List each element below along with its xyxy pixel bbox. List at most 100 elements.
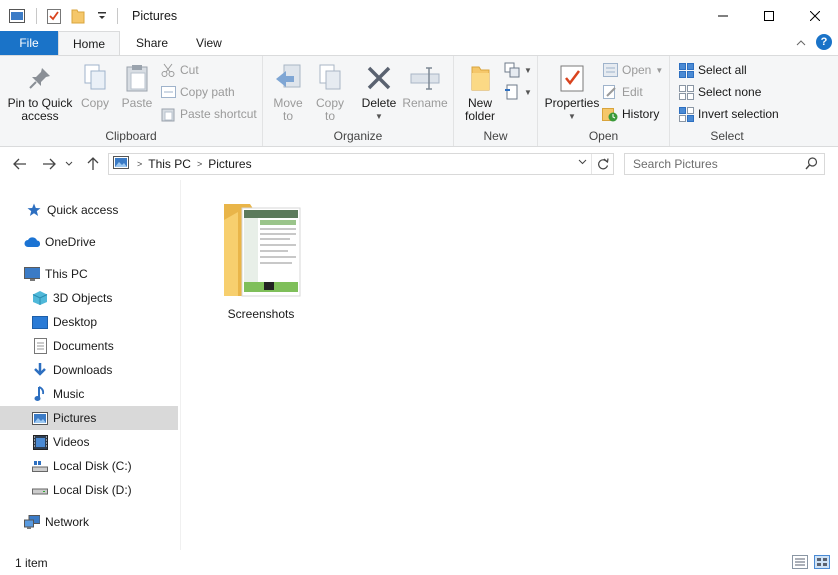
- new-item-icon: [504, 62, 520, 78]
- refresh-icon[interactable]: [591, 154, 613, 174]
- back-button[interactable]: [9, 153, 31, 175]
- nav-local-disk-d[interactable]: Local Disk (D:): [0, 478, 178, 502]
- folder-label: Screenshots: [227, 307, 295, 321]
- history-button[interactable]: History: [602, 104, 659, 124]
- copy-to-button[interactable]: Copy to: [313, 62, 347, 123]
- clipboard-label: Clipboard: [105, 129, 157, 143]
- organize-group: Move to Copy to Delete ▼ Rename Organize: [263, 56, 454, 146]
- tab-view[interactable]: View: [182, 31, 236, 55]
- nav-quick-access[interactable]: Quick access: [0, 198, 178, 222]
- close-button[interactable]: [792, 0, 838, 31]
- folder-item[interactable]: Screenshots: [218, 198, 304, 321]
- pin-quick-access-button[interactable]: Pin to Quick access: [6, 62, 74, 123]
- properties-icon[interactable]: [45, 7, 63, 25]
- invert-selection-button[interactable]: Invert selection: [678, 104, 779, 124]
- select-all-icon: [678, 62, 694, 78]
- forward-button[interactable]: [38, 153, 60, 175]
- easy-access-button[interactable]: ▼: [504, 82, 532, 102]
- maximize-button[interactable]: [746, 0, 792, 31]
- properties-icon: [556, 62, 588, 94]
- clipboard-group: Pin to Quick access Copy Paste Cut Copy …: [0, 56, 263, 146]
- paste-shortcut-button[interactable]: Paste shortcut: [160, 104, 257, 124]
- nav-onedrive[interactable]: OneDrive: [0, 230, 178, 254]
- nav-3d-objects[interactable]: 3D Objects: [0, 286, 178, 310]
- breadcrumb-this-pc[interactable]: This PC: [148, 157, 191, 171]
- computer-icon: [24, 266, 40, 282]
- details-view-icon[interactable]: [792, 555, 808, 572]
- search-box: [624, 153, 825, 175]
- paste-button[interactable]: Paste: [118, 62, 156, 110]
- cloud-icon: [24, 234, 40, 250]
- minimize-button[interactable]: [700, 0, 746, 31]
- nav-music[interactable]: Music: [0, 382, 178, 406]
- document-icon: [32, 338, 48, 354]
- network-icon: [24, 514, 40, 530]
- select-none-button[interactable]: Select none: [678, 82, 761, 102]
- large-icons-view-icon[interactable]: [814, 555, 830, 572]
- address-bar[interactable]: > This PC > Pictures: [108, 153, 614, 175]
- copy-to-icon: [314, 62, 346, 94]
- tab-share[interactable]: Share: [120, 31, 182, 55]
- cut-button[interactable]: Cut: [160, 60, 199, 80]
- disk-icon: [32, 482, 48, 498]
- window-title: Pictures: [132, 8, 178, 23]
- pin-icon: [24, 62, 56, 94]
- new-group: New folder ▼ ▼ New: [454, 56, 538, 146]
- navigation-pane: Quick access OneDrive This PC 3D Objects…: [0, 190, 180, 550]
- history-icon: [602, 106, 618, 122]
- paste-shortcut-icon: [160, 106, 176, 122]
- copy-path-icon: [160, 84, 176, 100]
- properties-button[interactable]: Properties ▼: [542, 62, 602, 123]
- rename-icon: [409, 62, 441, 94]
- copy-icon: [79, 62, 111, 94]
- select-label: Select: [710, 129, 744, 143]
- copy-path-button[interactable]: Copy path: [160, 82, 235, 102]
- search-icon[interactable]: [805, 157, 818, 173]
- ribbon: Pin to Quick access Copy Paste Cut Copy …: [0, 55, 838, 147]
- up-button[interactable]: [82, 153, 104, 175]
- move-to-icon: [272, 62, 304, 94]
- breadcrumb-pictures[interactable]: Pictures: [208, 157, 251, 171]
- music-icon: [32, 386, 48, 402]
- disk-icon: [32, 458, 48, 474]
- rename-button[interactable]: Rename: [401, 62, 449, 110]
- new-item-button[interactable]: ▼: [504, 60, 532, 80]
- customize-toolbar-icon[interactable]: [93, 7, 111, 25]
- breadcrumb-chevron-icon[interactable]: >: [137, 159, 142, 169]
- folder-icon: [220, 198, 302, 301]
- tab-home[interactable]: Home: [58, 31, 121, 55]
- new-folder-icon[interactable]: [69, 7, 87, 25]
- pictures-location-icon: [113, 156, 129, 172]
- explorer-window-icon[interactable]: [8, 7, 26, 25]
- address-dropdown-icon[interactable]: [578, 157, 587, 167]
- star-icon: [26, 202, 42, 218]
- nav-documents[interactable]: Documents: [0, 334, 178, 358]
- tab-file[interactable]: File: [0, 31, 58, 55]
- copy-button[interactable]: Copy: [78, 62, 112, 110]
- open-button[interactable]: Open ▼: [602, 60, 663, 80]
- collapse-ribbon-icon[interactable]: [796, 35, 806, 49]
- nav-network[interactable]: Network: [0, 510, 178, 534]
- edit-icon: [602, 84, 618, 100]
- pane-divider[interactable]: [180, 180, 181, 550]
- folder-icon: [464, 62, 496, 94]
- nav-desktop[interactable]: Desktop: [0, 310, 178, 334]
- open-label: Open: [588, 129, 619, 143]
- nav-pictures[interactable]: Pictures: [0, 406, 178, 430]
- breadcrumb-chevron-icon[interactable]: >: [197, 159, 202, 169]
- nav-local-disk-c[interactable]: Local Disk (C:): [0, 454, 178, 478]
- help-icon[interactable]: ?: [816, 34, 832, 50]
- nav-this-pc[interactable]: This PC: [0, 262, 178, 286]
- delete-button[interactable]: Delete ▼: [361, 62, 397, 123]
- select-all-button[interactable]: Select all: [678, 60, 747, 80]
- nav-downloads[interactable]: Downloads: [0, 358, 178, 382]
- edit-button[interactable]: Edit: [602, 82, 643, 102]
- new-folder-button[interactable]: New folder: [460, 62, 500, 123]
- quick-access-toolbar: [0, 0, 126, 31]
- pictures-icon: [32, 410, 48, 426]
- search-input[interactable]: [633, 157, 803, 171]
- recent-locations-button[interactable]: [62, 153, 76, 175]
- nav-videos[interactable]: Videos: [0, 430, 178, 454]
- easy-access-icon: [504, 84, 520, 100]
- move-to-button[interactable]: Move to: [271, 62, 305, 123]
